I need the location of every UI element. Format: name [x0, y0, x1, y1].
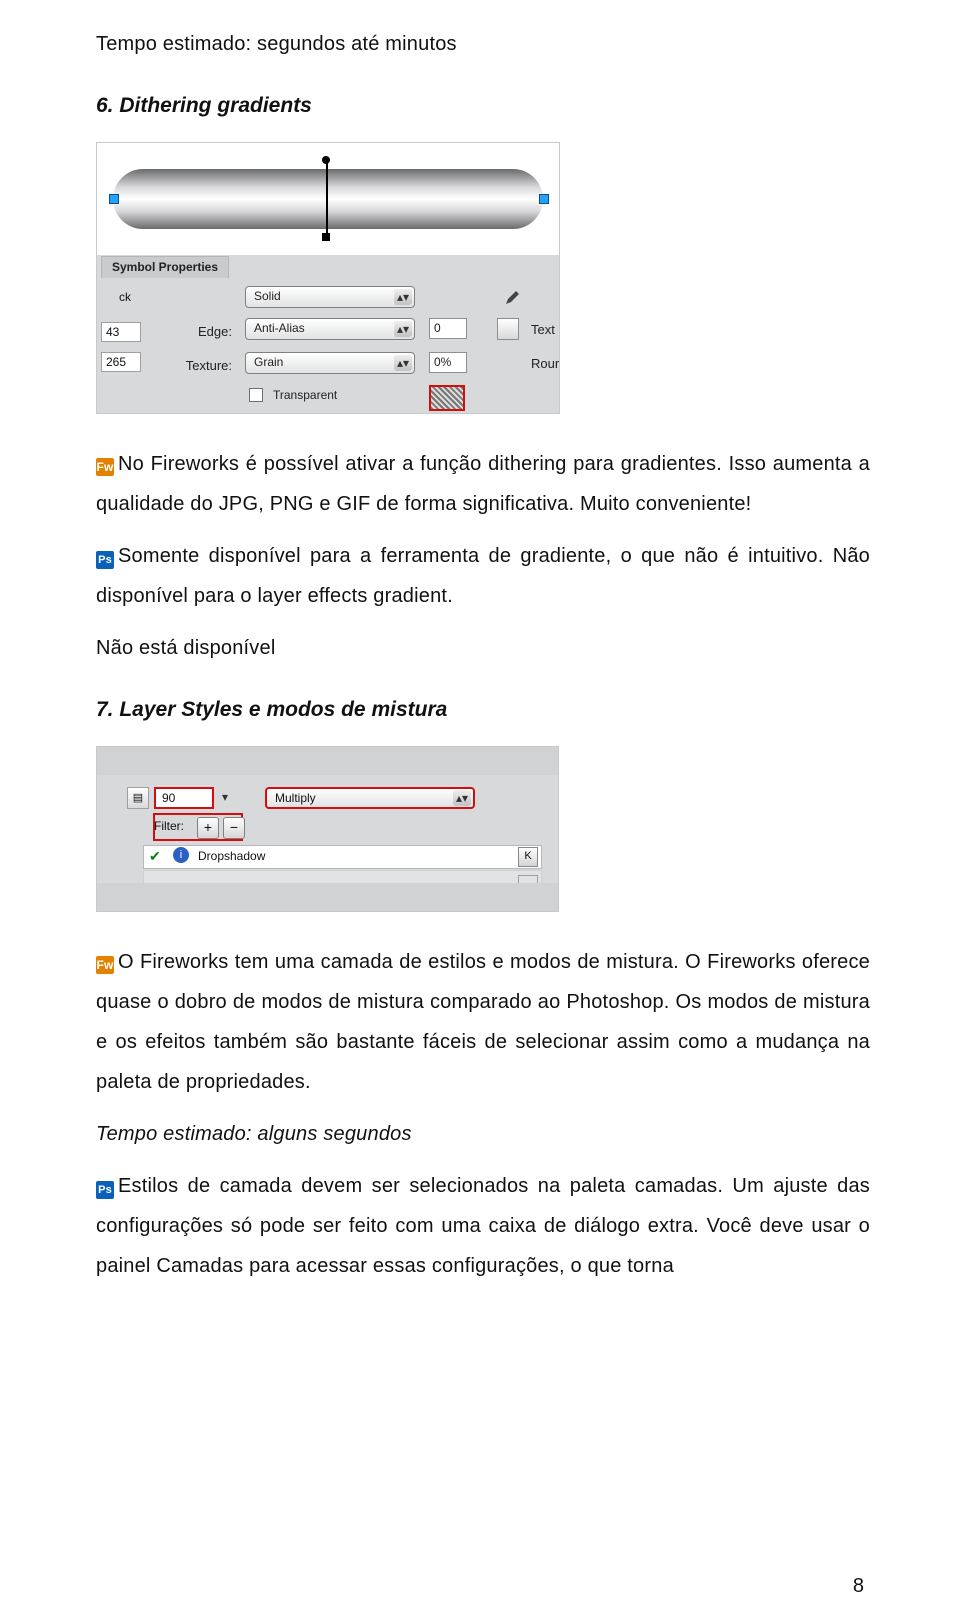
- fill-select[interactable]: Solid▴▾: [245, 286, 415, 308]
- section-7-heading: 7. Layer Styles e modos de mistura: [96, 698, 870, 722]
- layer-toggle-icon[interactable]: ▤: [127, 787, 149, 809]
- screenshot-dithering-panel: Symbol Properties ck 43 265 Solid▴▾ Edge…: [96, 142, 560, 414]
- section-7-fw-paragraph: FwO Fireworks tem uma camada de estilos …: [96, 942, 870, 1102]
- grid-icon[interactable]: [497, 318, 519, 340]
- section-6-neutral-line: Não está disponível: [96, 628, 870, 668]
- add-filter-button[interactable]: +: [197, 817, 219, 839]
- check-icon: ✔: [149, 848, 161, 865]
- rounding-hint: Rour: [531, 356, 559, 371]
- opacity-input[interactable]: 90: [154, 787, 214, 809]
- transparent-checkbox[interactable]: [249, 388, 263, 402]
- photoshop-icon: Ps: [96, 1181, 114, 1199]
- transparent-label: Transparent: [273, 388, 337, 402]
- blend-mode-select[interactable]: Multiply▴▾: [265, 787, 475, 809]
- edge-select[interactable]: Anti-Alias▴▾: [245, 318, 415, 340]
- chevron-down-icon[interactable]: ▾: [222, 790, 228, 804]
- section-6-heading: 6. Dithering gradients: [96, 94, 870, 118]
- dither-toggle-highlight[interactable]: [429, 385, 465, 411]
- pencil-icon[interactable]: [504, 288, 522, 306]
- edge-label: Edge:: [198, 324, 232, 339]
- page-number: 8: [853, 1575, 864, 1598]
- tempo-estimado-line: Tempo estimado: segundos até minutos: [96, 24, 870, 64]
- section-6-fw-paragraph: FwNo Fireworks é possível ativar a funçã…: [96, 444, 870, 524]
- section-7-ps-paragraph: PsEstilos de camada devem ser selecionad…: [96, 1166, 870, 1286]
- fireworks-icon: Fw: [96, 956, 114, 974]
- section-6-ps-paragraph: PsSomente disponível para a ferramenta d…: [96, 536, 870, 616]
- section-7-tempo-line: Tempo estimado: alguns segundos: [96, 1114, 870, 1154]
- remove-filter-button[interactable]: −: [223, 817, 245, 839]
- info-icon[interactable]: i: [173, 847, 189, 863]
- fireworks-icon: Fw: [96, 458, 114, 476]
- effect-row-dropshadow[interactable]: Dropshadow: [143, 845, 542, 869]
- k-button[interactable]: K: [518, 847, 538, 867]
- texture-select[interactable]: Grain▴▾: [245, 352, 415, 374]
- screenshot-blend-panel: ▤ 90 ▾ Multiply▴▾ Filter: + − Dropshadow…: [96, 746, 559, 912]
- edge-number[interactable]: 0: [429, 318, 467, 339]
- symbol-properties-tab[interactable]: Symbol Properties: [101, 256, 229, 278]
- photoshop-icon: Ps: [96, 551, 114, 569]
- texture-percent[interactable]: 0%: [429, 352, 467, 373]
- texture-label: Texture:: [186, 358, 232, 373]
- text-hint: Text: [531, 322, 555, 337]
